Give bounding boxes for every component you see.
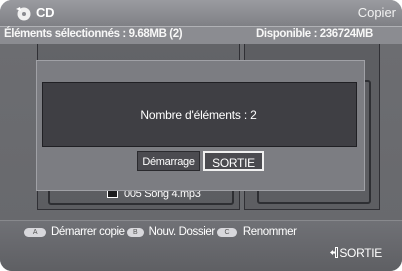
exit-icon xyxy=(330,247,339,258)
available-space: Disponible : 236724MB xyxy=(256,28,373,40)
title-bar: CD Copier xyxy=(0,0,402,26)
exit-dialog-button[interactable]: SORTIE xyxy=(203,151,264,171)
key-hints: A Démarrer copie B Nouv. Dossier C Renommer xyxy=(24,226,297,240)
status-bar: Éléments sélectionnés : 9.68MB (2) Dispo… xyxy=(0,26,402,44)
mode-label: Copier xyxy=(357,5,396,20)
key-c-icon: C xyxy=(216,228,237,237)
disc-icon xyxy=(16,7,31,21)
key-a-icon: A xyxy=(24,228,46,237)
key-b-label[interactable]: Nouv. Dossier xyxy=(149,226,216,238)
key-a-label[interactable]: Démarrer copie xyxy=(51,226,125,238)
copy-screen: CD Copier Éléments sélectionnés : 9.68MB… xyxy=(0,0,402,271)
exit-hint[interactable]: SORTIE xyxy=(329,246,382,260)
exit-label: SORTIE xyxy=(339,246,382,260)
page-title: CD xyxy=(36,5,55,20)
dialog-message: Nombre d'éléments : 2 xyxy=(140,108,257,122)
selected-size: Éléments sélectionnés : 9.68MB (2) xyxy=(4,28,183,40)
key-b-icon: B xyxy=(126,228,144,237)
key-c-label[interactable]: Renommer xyxy=(243,226,297,238)
start-button[interactable]: Démarrage xyxy=(137,151,200,171)
